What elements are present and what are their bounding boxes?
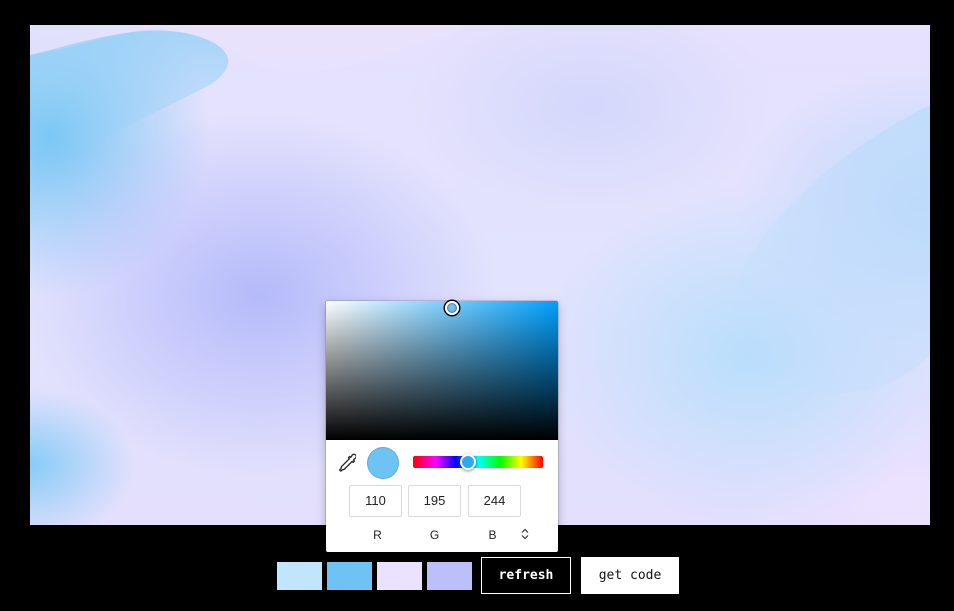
get-code-button[interactable]: get code [581, 557, 679, 594]
current-color-preview [367, 447, 399, 479]
green-label: G [429, 528, 440, 542]
color-picker-popover: 110 195 244 R G B [326, 301, 558, 552]
color-swatch-2[interactable] [327, 562, 372, 590]
eyedropper-icon[interactable] [338, 453, 356, 473]
hue-slider-handle[interactable] [460, 454, 476, 470]
chevron-up-down-icon[interactable] [519, 527, 531, 541]
red-label: R [373, 528, 382, 542]
green-input[interactable]: 195 [408, 485, 461, 517]
saturation-handle[interactable] [445, 301, 459, 315]
hue-slider[interactable] [413, 456, 543, 468]
color-swatch-3[interactable] [377, 562, 422, 590]
refresh-button[interactable]: refresh [481, 557, 571, 594]
red-input[interactable]: 110 [349, 485, 402, 517]
color-swatch-1[interactable] [277, 562, 322, 590]
saturation-brightness-area[interactable] [326, 301, 558, 440]
color-swatch-4[interactable] [427, 562, 472, 590]
blue-label: B [488, 528, 497, 542]
blue-input[interactable]: 244 [468, 485, 521, 517]
